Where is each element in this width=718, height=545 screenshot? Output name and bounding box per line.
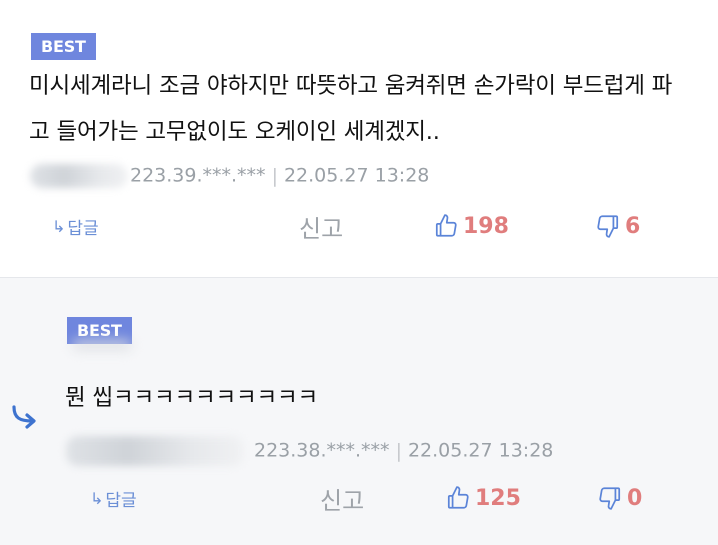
thumbs-down-icon <box>597 215 619 238</box>
reply-arrow-icon: ↳ <box>90 488 104 508</box>
comment-meta: 223.38.***.*** | 22.05.27 13:28 <box>66 436 553 466</box>
best-comment-1: BEST 미시세계라니 조금 야하지만 따뜻하고 움켜쥐면 손가락이 부드럽게 … <box>0 0 718 276</box>
meta-separator: | <box>271 164 278 187</box>
dislike-count: 6 <box>625 213 641 239</box>
thumbs-down-icon <box>599 487 621 510</box>
report-label: 신고 <box>320 486 365 515</box>
author-avatar-blurred <box>66 436 244 466</box>
dislike-count: 0 <box>627 485 643 511</box>
reply-label: 답글 <box>67 218 99 239</box>
comment-text: 미시세계라니 조금 야하지만 따뜻하고 움켜쥐면 손가락이 부드럽게 파고 들어… <box>29 73 673 145</box>
like-count: 198 <box>463 213 509 239</box>
comment-actions: ↳ 답글 신고 198 6 <box>0 209 718 243</box>
thumbs-up-icon <box>447 486 469 509</box>
meta-separator: | <box>395 439 402 462</box>
comment-meta: 223.39.***.*** | 22.05.27 13:28 <box>30 164 429 188</box>
dislike-button[interactable]: 6 <box>595 209 640 243</box>
best-badge: BEST <box>31 33 96 60</box>
reply-button[interactable]: ↳ 답글 <box>90 481 137 515</box>
author-avatar-blurred <box>30 164 128 188</box>
reply-label: 답글 <box>105 490 137 511</box>
like-button[interactable]: 125 <box>445 481 521 515</box>
dislike-button[interactable]: 0 <box>597 481 642 515</box>
best-comment-2-reply: BEST 뭔 씹ㅋㅋㅋㅋㅋㅋㅋㅋㅋㅋ 223.38.***.*** | 22.05.… <box>0 277 718 545</box>
like-button[interactable]: 198 <box>433 209 509 243</box>
report-label: 신고 <box>299 214 344 243</box>
comment-date: 22.05.27 13:28 <box>283 164 430 187</box>
thumbs-up-icon <box>435 214 457 237</box>
comment-ip: 223.38.***.*** <box>254 439 390 462</box>
comment-text: 뭔 씹ㅋㅋㅋㅋㅋㅋㅋㅋㅋㅋ <box>65 385 318 411</box>
blurred-region <box>72 340 132 350</box>
report-button[interactable]: 신고 <box>320 481 364 515</box>
comment-date: 22.05.27 13:28 <box>407 439 554 462</box>
reply-button[interactable]: ↳ 답글 <box>52 209 99 243</box>
report-button[interactable]: 신고 <box>299 209 343 243</box>
reply-arrow-icon: ↳ <box>52 216 66 236</box>
comment-actions: ↳ 답글 신고 125 0 <box>0 481 718 515</box>
comment-ip: 223.39.***.*** <box>130 164 266 187</box>
like-count: 125 <box>475 485 521 511</box>
nested-reply-arrow-icon <box>12 405 36 429</box>
